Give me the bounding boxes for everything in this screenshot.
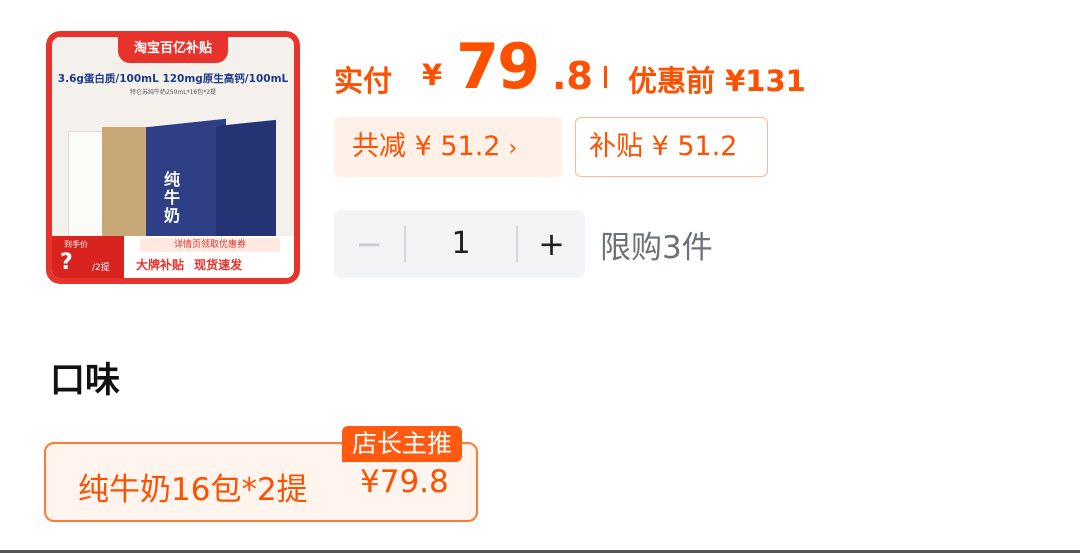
hand-price-value: ? xyxy=(60,250,73,275)
spec-line: 3.6g蛋白质/100mL 120mg原生高钙/100mL xyxy=(57,73,289,85)
flavor-option-price: ¥79.8 xyxy=(360,464,449,500)
decrement-button[interactable]: − xyxy=(334,210,404,278)
flavor-title: 口味 xyxy=(50,361,121,401)
price-divider xyxy=(604,66,607,88)
chevron-right-icon: › xyxy=(508,136,518,161)
increment-button[interactable]: + xyxy=(518,210,585,278)
product-image[interactable]: 纯牛奶 淘宝百亿补贴 3.6g蛋白质/100mL 120mg原生高钙/100mL… xyxy=(46,31,300,284)
subsidy-text: 补贴 ¥ 51.2 xyxy=(589,131,738,162)
promo-tags: 大牌补贴 现货速发 xyxy=(136,258,243,272)
hand-price-unit: /2提 xyxy=(92,263,110,273)
spec-sub: 特仑苏纯牛奶250mL*16包*2提 xyxy=(129,89,217,96)
hand-price-label: 到手价 xyxy=(64,240,88,249)
subsidy-badge: 淘宝百亿补贴 xyxy=(117,31,229,63)
purchase-limit-text: 限购3件 xyxy=(600,230,713,266)
paid-price-decimal: .8 xyxy=(552,54,593,98)
original-price: 优惠前 ¥131 xyxy=(628,64,806,98)
total-reduce-button[interactable]: 共减 ¥ 51.2 › xyxy=(334,117,562,177)
total-reduce-text: 共减 ¥ 51.2 xyxy=(352,131,501,162)
flavor-option-label: 纯牛奶16包*2提 xyxy=(78,472,308,508)
currency-symbol: ¥ xyxy=(422,58,443,92)
subsidy-chip: 补贴 ¥ 51.2 xyxy=(575,117,768,177)
coupon-text: 详情页领取优惠券 xyxy=(140,238,280,252)
hand-price-block: 到手价 ? /2提 xyxy=(52,236,124,278)
paid-price-integer: 79 xyxy=(456,30,540,103)
recommend-badge: 店长主推 xyxy=(342,426,463,462)
quantity-stepper: − 1 + xyxy=(334,210,585,278)
paid-label: 实付 xyxy=(334,64,393,98)
image-banner: 到手价 ? /2提 详情页领取优惠券 大牌补贴 现货速发 xyxy=(52,236,294,278)
quantity-input[interactable]: 1 xyxy=(406,210,516,278)
